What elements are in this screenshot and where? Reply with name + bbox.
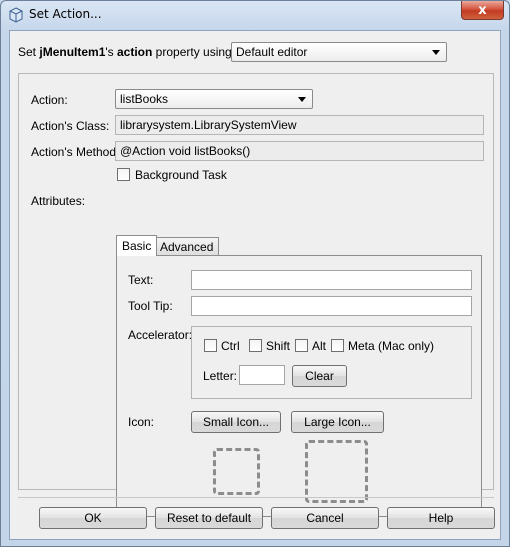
action-method-label: Action's Method:: [31, 145, 120, 159]
property-editor-row: Set jMenuItem1's action property using:: [18, 41, 235, 63]
action-class-field: librarysystem.LibrarySystemView: [115, 115, 484, 135]
property-name: action: [117, 45, 153, 59]
basic-tab-panel: Text: Tool Tip: Accelerator: Ctrl Shift …: [116, 255, 482, 517]
cube-icon: [9, 7, 23, 23]
letter-label: Letter:: [203, 369, 238, 383]
small-icon-button[interactable]: Small Icon...: [191, 411, 281, 433]
icon-label: Icon:: [128, 415, 155, 429]
alt-checkbox[interactable]: [295, 339, 308, 352]
window-title: Set Action...: [29, 7, 102, 21]
chevron-down-icon: [432, 50, 440, 55]
ctrl-checkbox[interactable]: [204, 339, 217, 352]
meta-checkbox[interactable]: [331, 339, 344, 352]
tab-advanced[interactable]: Advanced: [154, 237, 220, 255]
reset-to-default-button[interactable]: Reset to default: [155, 507, 263, 529]
action-properties-panel: Action: listBooks Action's Class: librar…: [18, 73, 494, 517]
small-icon-placeholder: [213, 448, 260, 495]
accelerator-label: Accelerator:: [128, 328, 193, 342]
dialog-content: Set jMenuItem1's action property using: …: [9, 30, 501, 540]
title-bar[interactable]: Set Action... x: [1, 1, 509, 29]
alt-label: Alt: [312, 339, 327, 353]
action-method-field: @Action void listBooks(): [115, 141, 484, 161]
component-name: jMenuItem1: [39, 45, 106, 59]
help-button[interactable]: Help: [387, 507, 495, 529]
text-input[interactable]: [191, 270, 472, 290]
ok-button[interactable]: OK: [39, 507, 147, 529]
tab-basic[interactable]: Basic: [116, 235, 158, 256]
property-editor-label: Set jMenuItem1's action property using:: [18, 45, 236, 59]
large-icon-placeholder: [305, 440, 368, 503]
action-select[interactable]: listBooks: [115, 89, 313, 109]
editor-select-value: Default editor: [236, 45, 308, 59]
text-label: Text:: [128, 273, 154, 287]
attributes-label: Attributes:: [31, 194, 86, 208]
button-bar-separator: [18, 497, 494, 498]
close-icon: x: [478, 2, 487, 18]
tooltip-input[interactable]: [191, 296, 472, 316]
action-select-value: listBooks: [120, 92, 169, 106]
background-task-label: Background Task: [135, 168, 227, 182]
letter-input[interactable]: [239, 365, 285, 385]
meta-label: Meta (Mac only): [348, 339, 435, 353]
action-label: Action:: [31, 93, 68, 107]
shift-checkbox[interactable]: [249, 339, 262, 352]
large-icon-button[interactable]: Large Icon...: [291, 411, 384, 433]
chevron-down-icon: [298, 97, 306, 102]
ctrl-label: Ctrl: [221, 339, 240, 353]
editor-select[interactable]: Default editor: [231, 42, 447, 62]
clear-button[interactable]: Clear: [292, 365, 347, 387]
action-class-label: Action's Class:: [31, 119, 110, 133]
tooltip-label: Tool Tip:: [128, 299, 173, 313]
accelerator-group: Ctrl Shift Alt Meta (Mac only) Letter: C…: [191, 326, 472, 399]
dialog-window: Set Action... x Set jMenuItem1's action …: [0, 0, 510, 547]
shift-label: Shift: [266, 339, 291, 353]
cancel-button[interactable]: Cancel: [271, 507, 379, 529]
close-button[interactable]: x: [461, 1, 504, 20]
background-task-checkbox[interactable]: [117, 168, 130, 181]
